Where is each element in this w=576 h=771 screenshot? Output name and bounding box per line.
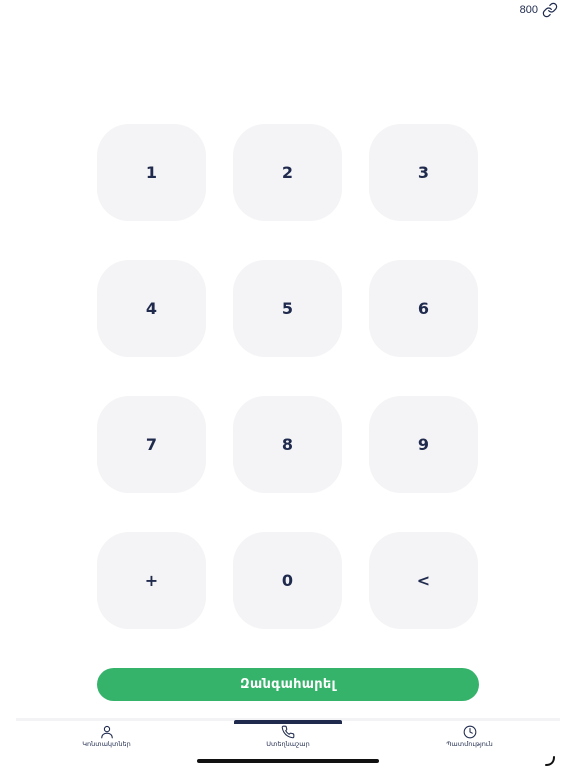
key-9[interactable]: 9 <box>369 396 478 493</box>
key-8[interactable]: 8 <box>233 396 342 493</box>
key-plus[interactable]: + <box>97 532 206 629</box>
key-5[interactable]: 5 <box>233 260 342 357</box>
key-2[interactable]: 2 <box>233 124 342 221</box>
key-7[interactable]: 7 <box>97 396 206 493</box>
tab-keypad[interactable]: Ստեղնաշար <box>198 725 379 753</box>
link-icon[interactable] <box>542 2 558 18</box>
backspace-key[interactable]: < <box>369 532 478 629</box>
key-0[interactable]: 0 <box>233 532 342 629</box>
key-1[interactable]: 1 <box>97 124 206 221</box>
active-tab-indicator <box>234 720 342 724</box>
key-3[interactable]: 3 <box>369 124 478 221</box>
corner-arc-icon <box>544 752 556 771</box>
person-icon <box>100 725 114 739</box>
tab-keypad-label: Ստեղնաշար <box>266 740 310 748</box>
home-indicator <box>197 759 379 763</box>
dial-keypad: 1 2 3 4 5 6 7 8 9 + 0 < <box>97 124 479 629</box>
tab-contacts-label: Կոնտակտներ <box>82 740 131 748</box>
tab-history-label: Պատմություն <box>446 740 493 748</box>
clock-icon <box>463 725 477 739</box>
call-button[interactable]: Զանգահարել <box>97 668 479 701</box>
status-value: 800 <box>519 4 538 16</box>
bottom-tab-bar: Կոնտակտներ Ստեղնաշար Պատմություն <box>16 725 560 753</box>
key-6[interactable]: 6 <box>369 260 478 357</box>
tab-contacts[interactable]: Կոնտակտներ <box>16 725 197 753</box>
phone-icon <box>281 725 295 739</box>
tab-history[interactable]: Պատմություն <box>379 725 560 753</box>
status-area: 800 <box>520 2 558 18</box>
key-4[interactable]: 4 <box>97 260 206 357</box>
